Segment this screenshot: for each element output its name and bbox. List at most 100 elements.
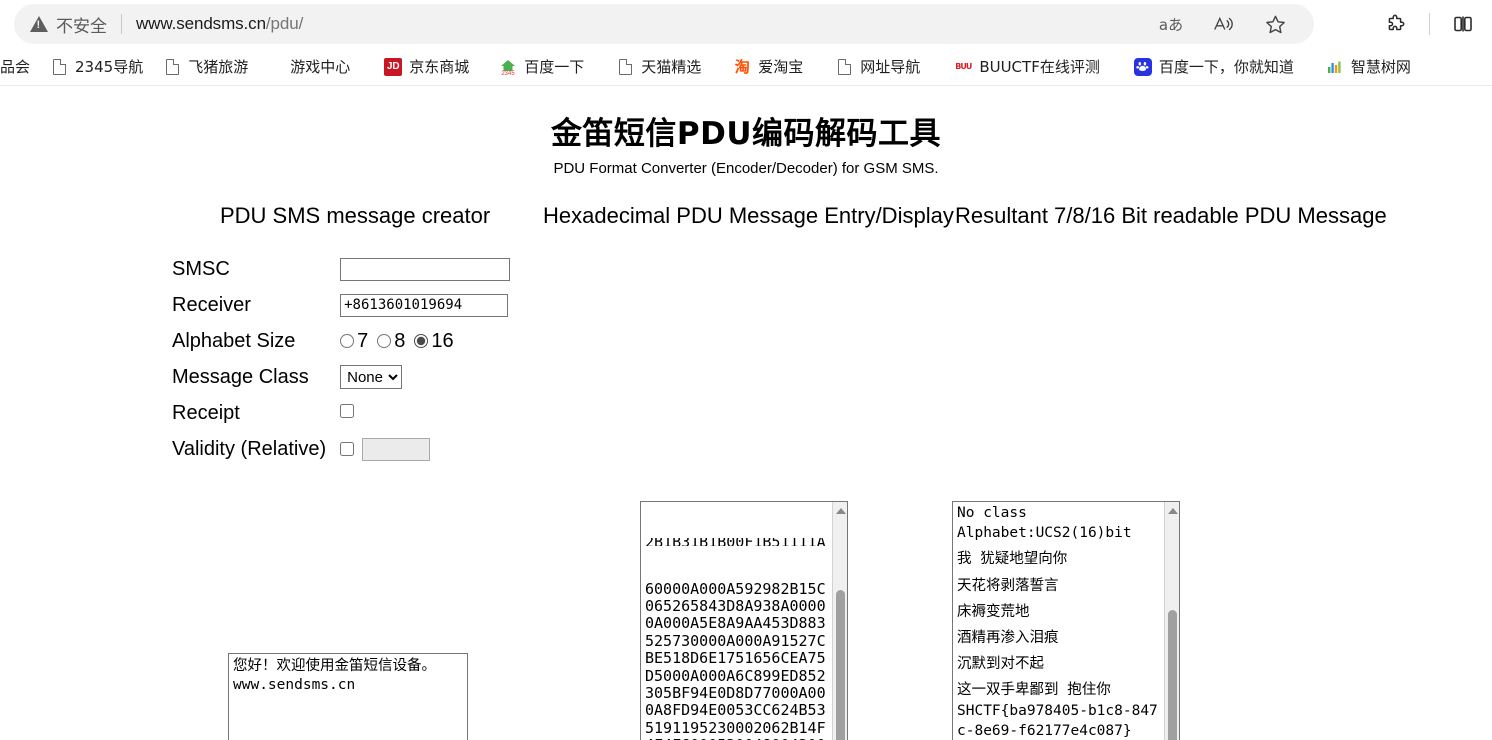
doc-icon	[163, 58, 181, 76]
security-status-chip[interactable]: 不安全	[30, 12, 107, 37]
2345-house-icon: 2345	[499, 58, 517, 76]
form-row-smsc: SMSC	[172, 251, 511, 287]
buuctf-icon: BUU	[955, 62, 972, 71]
omnibox-action-icons: aあ	[1158, 4, 1302, 44]
bookmark-item[interactable]: 天猫精选	[606, 52, 711, 81]
hex-pdu-lines: 60000A000A592982B15C 065265843D8A938A0000…	[645, 580, 829, 740]
hex-clipped-top-line: 2B1B31B1B00F1B51111A	[645, 538, 829, 546]
address-bar[interactable]: 不安全 www.sendsms.cn/pdu/	[14, 4, 1314, 44]
column-heading-hex: Hexadecimal PDU Message Entry/Display	[543, 203, 954, 228]
result-scrollbar[interactable]: ⟋	[1164, 502, 1179, 740]
browser-toolbar: 不安全 www.sendsms.cn/pdu/ aあ	[0, 0, 1492, 48]
hex-pdu-textarea[interactable]: 2B1B31B1B00F1B51111A 60000A000A592982B15…	[640, 501, 848, 740]
message-class-select[interactable]: None	[340, 365, 403, 389]
url-path: /pdu/	[265, 14, 304, 33]
bookmark-item[interactable]: BUU BUUCTF在线评测	[944, 52, 1110, 81]
form-row-message-class: Message Class None	[172, 359, 510, 395]
hex-scrollbar[interactable]: ⟋	[832, 502, 847, 740]
bookmark-item[interactable]: 游戏中心	[280, 52, 360, 81]
bookmark-label: 百度一下，你就知道	[1158, 58, 1294, 76]
message-textarea[interactable]: 您好！欢迎使用金笛短信设备。www.sendsms.cn	[228, 653, 468, 740]
hex-pdu-line: 525730000A000A91527C	[645, 631, 826, 650]
readable-pdu-line: 沉默到对不起	[957, 656, 1044, 673]
hex-pdu-line: D5000A000A6C899ED852	[645, 666, 826, 685]
receiver-input[interactable]	[340, 293, 509, 317]
bookmark-label: 智慧树网	[1350, 58, 1411, 76]
hex-pdu-content-wrap[interactable]: 2B1B31B1B00F1B51111A 60000A000A592982B15…	[641, 502, 832, 740]
page-content: 金笛短信PDU编码解码工具 PDU Format Converter (Enco…	[0, 108, 1492, 740]
alphabet-radio-8[interactable]: 8	[377, 330, 405, 353]
column-heading-result: Resultant 7/8/16 Bit readable PDU Messag…	[955, 203, 1387, 228]
toolbar-divider	[1429, 13, 1430, 35]
alphabet-radio-8-input[interactable]	[377, 334, 392, 348]
receiver-label: Receiver	[172, 293, 251, 316]
translate-icon[interactable]: aあ	[1158, 11, 1184, 37]
url-host: www.sendsms.cn	[136, 14, 266, 33]
split-screen-icon[interactable]	[1450, 11, 1476, 37]
page-title: 金笛短信PDU编码解码工具	[550, 116, 942, 152]
jd-icon: JD	[384, 57, 403, 76]
alphabet-radio-7-input[interactable]	[340, 334, 355, 348]
bookmark-item[interactable]: 2345导航	[40, 52, 153, 81]
security-status-label: 不安全	[56, 16, 107, 37]
page-subtitle: PDU Format Converter (Encoder/Decoder) f…	[553, 160, 939, 177]
smsc-input[interactable]	[340, 257, 511, 281]
readable-pdu-line: No class	[957, 505, 1027, 521]
bookmark-label: 爱淘宝	[758, 58, 804, 76]
bookmark-item[interactable]: 淘 爱淘宝	[723, 52, 813, 81]
bookmark-item[interactable]: 网址导航	[825, 52, 930, 81]
warning-triangle-icon	[30, 16, 48, 32]
omnibox-divider	[121, 14, 122, 34]
validity-checkbox[interactable]	[340, 442, 355, 456]
receipt-checkbox[interactable]	[340, 403, 355, 418]
form-row-validity: Validity (Relative)	[172, 431, 510, 467]
result-scrollbar-thumb[interactable]	[1168, 610, 1177, 740]
doc-icon	[835, 58, 853, 76]
bookmarks-bar[interactable]: 品会 2345导航 飞猪旅游 游戏中心 JD 京东商城 2345 百度一下 天猫…	[0, 48, 1492, 86]
hex-pdu-line: 305BF94E0D8D77000A00	[645, 684, 826, 703]
alphabet-radio-7[interactable]: 7	[340, 330, 368, 353]
alphabet-radio-16[interactable]: 16	[414, 329, 454, 353]
alphabet-radio-16-label: 16	[431, 329, 454, 352]
alphabet-radio-8-label: 8	[394, 329, 406, 352]
receipt-label: Receipt	[172, 401, 240, 424]
readable-pdu-line: 天花将剥落誓言	[957, 577, 1059, 594]
alphabet-radio-16-input[interactable]	[414, 334, 429, 348]
zhihuishu-icon	[1326, 58, 1344, 76]
browser-right-actions	[1383, 4, 1476, 44]
bookmark-label: 京东商城	[409, 58, 470, 76]
favorite-star-icon[interactable]	[1262, 11, 1288, 37]
smsc-label: SMSC	[172, 257, 230, 280]
bookmark-label: 百度一下	[524, 58, 585, 76]
bookmark-label: 天猫精选	[641, 58, 702, 76]
alphabet-size-label: Alphabet Size	[172, 329, 296, 352]
bookmark-item[interactable]: 品会	[0, 52, 40, 81]
readable-pdu-content[interactable]: No class Alphabet:UCS2(16)bit 我 犹疑地望向你 天花…	[953, 502, 1164, 740]
scroll-up-arrow-icon[interactable]	[1165, 503, 1179, 518]
readable-pdu-line: Alphabet:UCS2(16)bit	[957, 525, 1132, 542]
scroll-up-arrow-icon[interactable]	[833, 503, 847, 518]
hex-pdu-line: 0A8FD94E0053CC624B53	[645, 701, 826, 720]
bookmark-item[interactable]: 飞猪旅游	[153, 52, 258, 81]
validity-label: Validity (Relative)	[172, 437, 327, 460]
bookmark-label: 网址导航	[860, 58, 921, 76]
bookmark-item[interactable]: 智慧树网	[1316, 52, 1421, 81]
doc-icon	[50, 58, 68, 76]
bookmark-label: BUUCTF在线评测	[979, 58, 1100, 76]
extensions-puzzle-icon[interactable]	[1383, 11, 1409, 37]
alphabet-size-radio-group[interactable]: 7 8 16	[340, 330, 510, 353]
bookmark-item[interactable]: 百度一下，你就知道	[1124, 52, 1304, 81]
bookmark-label: 飞猪旅游	[188, 58, 249, 76]
bookmark-label: 2345导航	[75, 58, 144, 76]
read-aloud-icon[interactable]	[1210, 11, 1236, 37]
bookmark-item[interactable]: 2345 百度一下	[489, 52, 594, 81]
form-row-alphabet: Alphabet Size 7 8 16	[172, 323, 510, 359]
bookmark-item[interactable]: JD 京东商城	[374, 52, 479, 81]
bookmark-label: 品会	[0, 58, 31, 76]
url-display[interactable]: www.sendsms.cn/pdu/	[136, 14, 303, 34]
bookmark-label: 游戏中心	[290, 58, 351, 76]
validity-input[interactable]	[362, 437, 431, 461]
hex-pdu-line: 5191195230002062B14F	[645, 718, 826, 737]
hex-scrollbar-thumb[interactable]	[836, 590, 845, 740]
readable-pdu-textarea[interactable]: No class Alphabet:UCS2(16)bit 我 犹疑地望向你 天花…	[952, 501, 1180, 740]
